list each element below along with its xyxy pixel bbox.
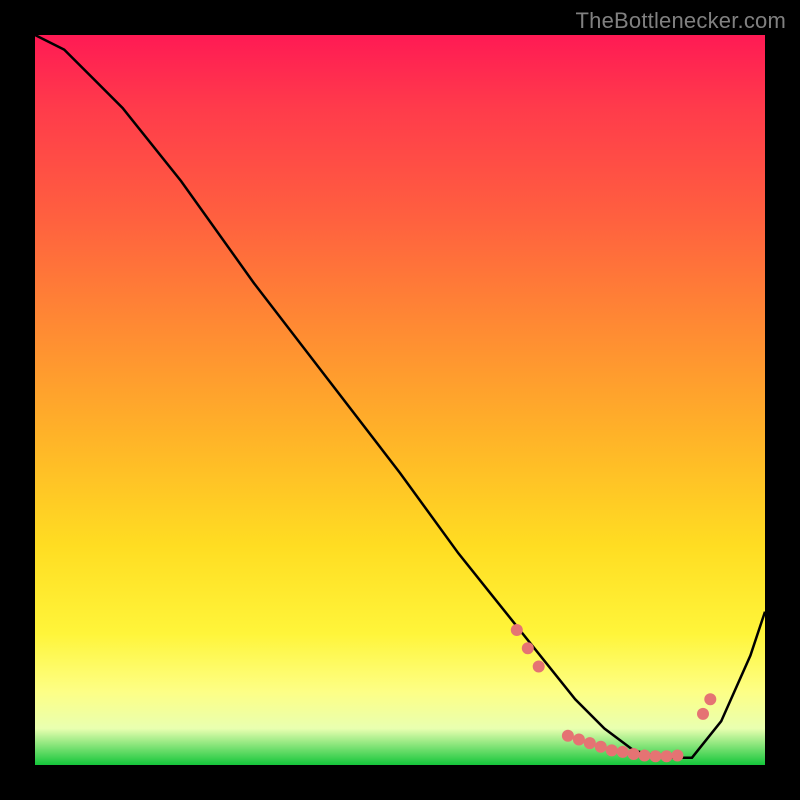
watermark-text: TheBottlenecker.com — [576, 8, 786, 34]
plot-area — [35, 35, 765, 765]
chart-frame: TheBottlenecker.com — [0, 0, 800, 800]
